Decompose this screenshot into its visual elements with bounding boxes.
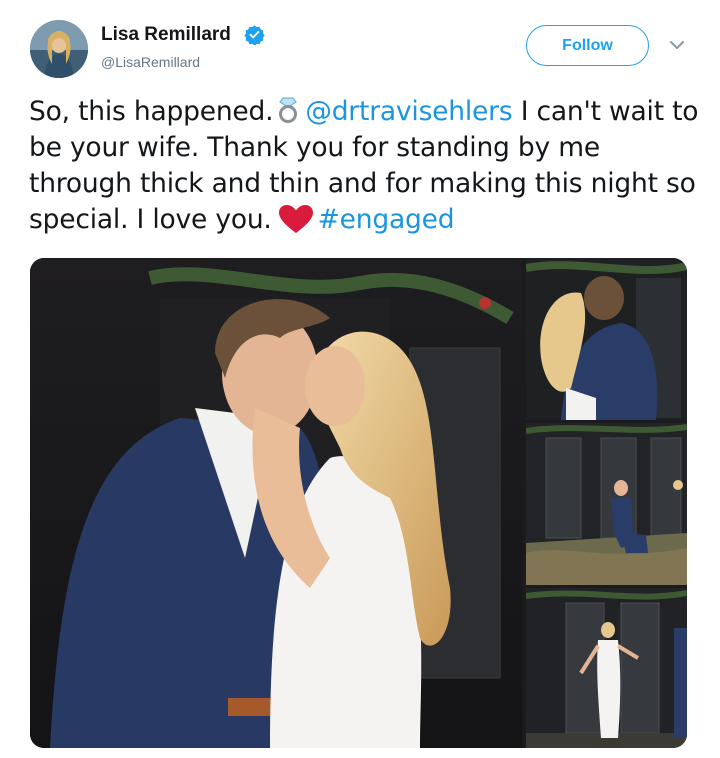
media-grid (30, 258, 687, 748)
avatar[interactable] (30, 20, 88, 78)
tweet-text-intro: So, this happened. (29, 96, 274, 127)
user-handle[interactable]: @LisaRemillard (101, 54, 200, 70)
heart-icon (278, 205, 313, 233)
mention-link[interactable]: @drtravisehlers (305, 96, 512, 127)
proposal-kneeling-image (526, 423, 687, 585)
couple-hugging-photo[interactable] (526, 258, 687, 420)
woman-celebrating-photo[interactable] (526, 588, 687, 748)
hashtag-link[interactable]: #engaged (318, 204, 455, 235)
ring-icon (279, 97, 298, 123)
proposal-kneeling-photo[interactable] (526, 423, 687, 585)
verified-badge-icon (244, 25, 265, 45)
couple-kissing-photo[interactable] (30, 258, 522, 748)
user-name[interactable]: Lisa Remillard (101, 24, 231, 46)
tweet-text: So, this happened. @drtravisehlers I can… (29, 94, 699, 238)
couple-hugging-image (526, 258, 687, 420)
chevron-down-icon[interactable] (668, 38, 686, 52)
woman-celebrating-image (526, 588, 687, 748)
follow-button[interactable]: Follow (526, 25, 649, 66)
avatar-image (30, 20, 88, 78)
tweet-card: Lisa Remillard @LisaRemillard Follow So,… (0, 0, 720, 758)
couple-kissing-image (30, 258, 522, 748)
